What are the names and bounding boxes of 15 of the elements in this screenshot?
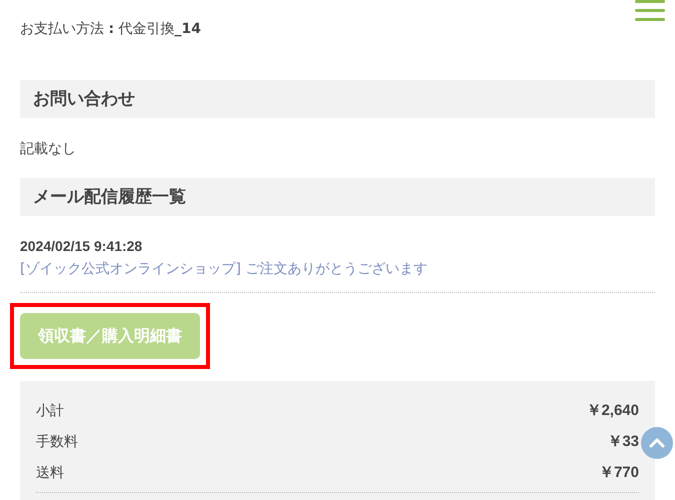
mail-date: 2024/02/15 9:41:28 [20,238,144,254]
total-value: ￥33 [607,432,639,451]
scroll-top-button[interactable] [641,427,673,459]
section-heading: メール配信履歴一覧 [20,178,655,216]
total-label: 手数料 [36,432,78,450]
contact-text: 記載なし [20,140,77,158]
section-heading: お問い合わせ [20,80,655,118]
total-label: 小計 [36,402,64,420]
mail-subject-link[interactable]: [ゾイック公式オンラインショップ] ご注文ありがとうございます [20,260,655,278]
menu-icon[interactable] [635,0,665,22]
total-value: ￥770 [598,463,639,482]
total-label: 送料 [36,464,64,482]
payment-method: お支払い方法 : 代金引換_14 [20,20,201,39]
total-value: ￥2,640 [586,401,639,420]
chevron-up-icon [649,438,665,448]
